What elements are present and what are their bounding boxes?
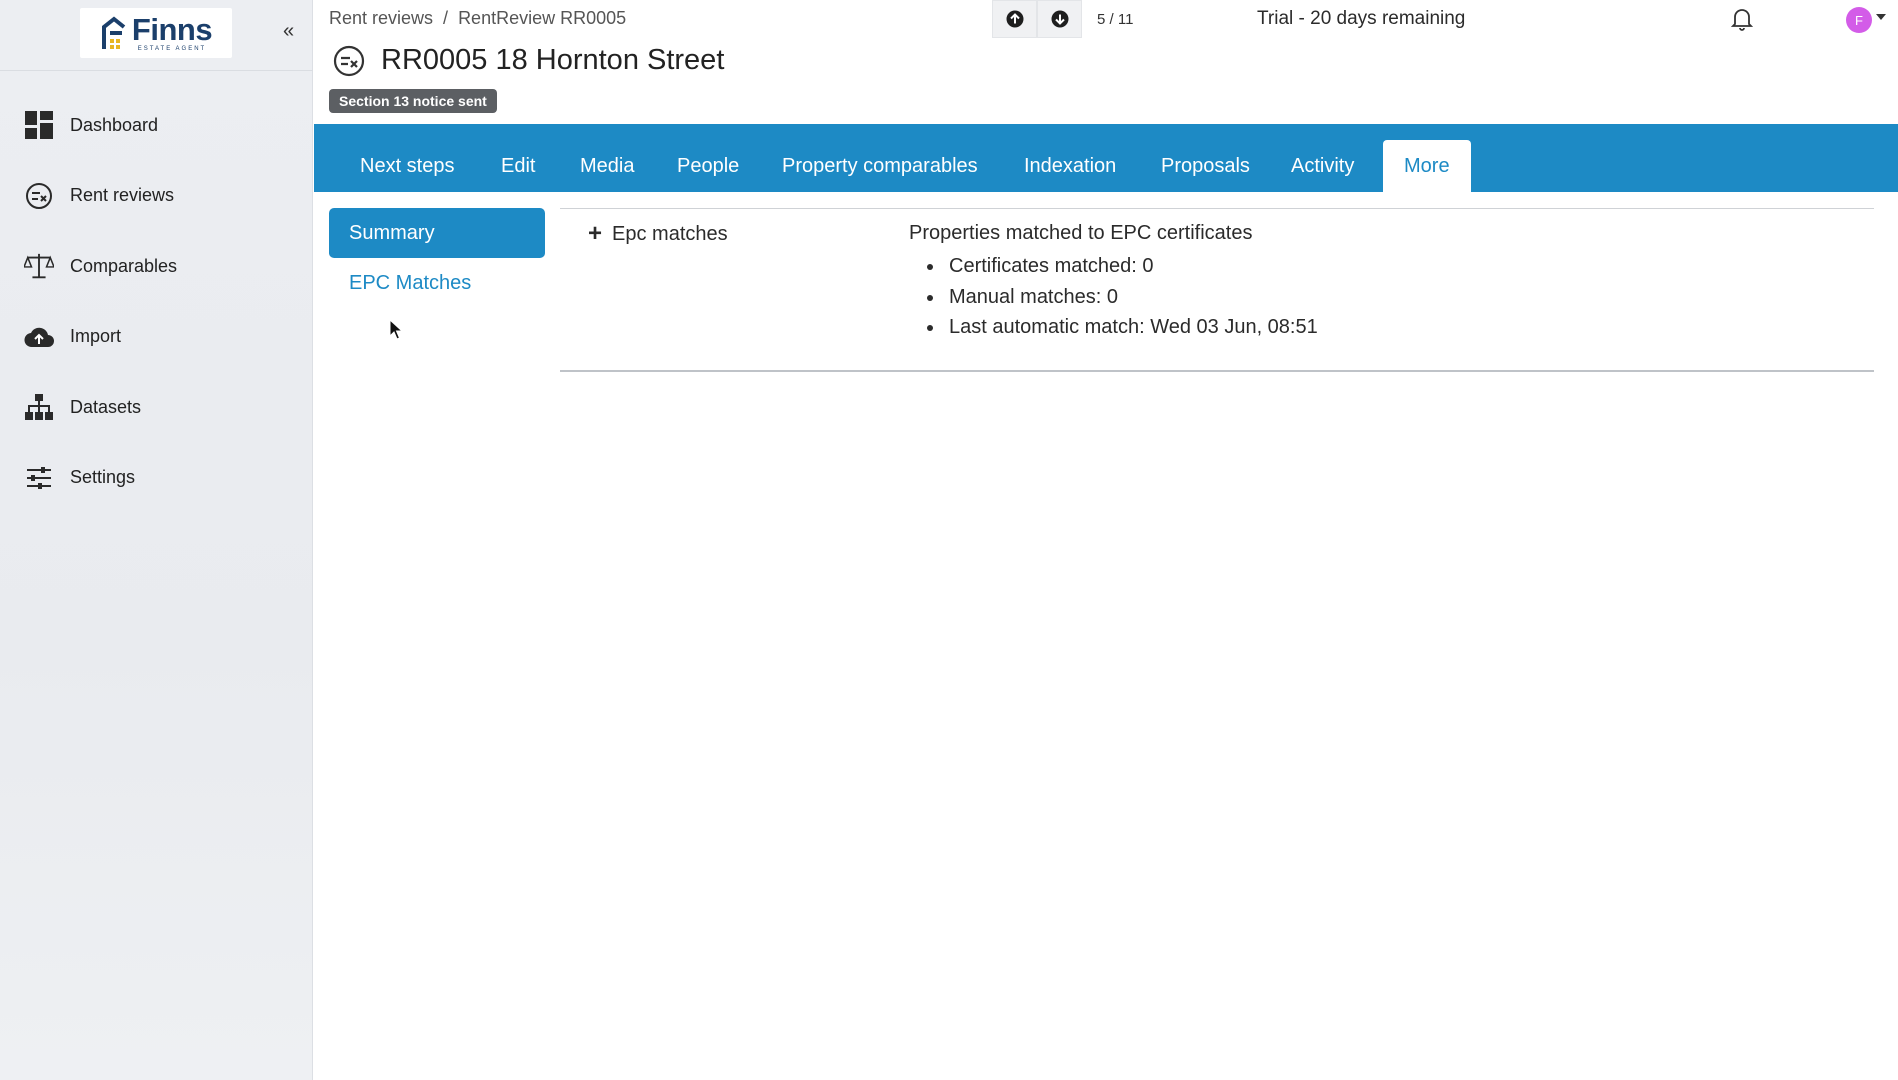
divider bbox=[560, 208, 1874, 209]
previous-record-button[interactable] bbox=[992, 0, 1037, 38]
tab-edit[interactable]: Edit bbox=[501, 140, 535, 192]
epc-matches-label: Epc matches bbox=[612, 222, 728, 245]
sidebar-item-datasets[interactable]: Datasets bbox=[0, 372, 313, 443]
tab-media[interactable]: Media bbox=[580, 140, 634, 192]
page-title: RR0005 18 Hornton Street bbox=[381, 44, 725, 76]
sidebar-item-settings[interactable]: Settings bbox=[0, 443, 313, 514]
tab-activity[interactable]: Activity bbox=[1291, 140, 1354, 192]
pager-count: 5 / 11 bbox=[1097, 10, 1134, 28]
sidebar: Finns ESTATE AGENT « Dashboard Rent revi… bbox=[0, 0, 313, 1080]
sidebar-nav: Dashboard Rent reviews Comparables Impor… bbox=[0, 90, 313, 513]
breadcrumb: Rent reviews / RentReview RR0005 bbox=[329, 8, 626, 29]
logo-text: Finns bbox=[131, 12, 213, 47]
cloud-upload-icon bbox=[24, 322, 54, 352]
divider bbox=[0, 70, 313, 71]
sidebar-item-label: Settings bbox=[70, 467, 136, 488]
next-record-button[interactable] bbox=[1037, 0, 1082, 38]
page-title-row: RR0005 18 Hornton Street bbox=[333, 44, 724, 77]
sidebar-item-label: Datasets bbox=[70, 396, 142, 417]
arrow-up-circle-icon bbox=[1006, 10, 1023, 28]
rent-review-icon bbox=[24, 181, 54, 211]
hierarchy-icon bbox=[24, 392, 54, 422]
scales-icon bbox=[24, 251, 54, 281]
rent-review-icon bbox=[333, 45, 365, 76]
collapse-sidebar-button[interactable]: « bbox=[283, 21, 294, 41]
bell-icon bbox=[1730, 9, 1754, 31]
trial-banner: Trial - 20 days remaining bbox=[1257, 8, 1466, 29]
record-pager: 5 / 11 bbox=[992, 0, 1133, 38]
breadcrumb-link-rent-reviews[interactable]: Rent reviews bbox=[329, 8, 433, 29]
logo-subtext: ESTATE AGENT bbox=[137, 46, 207, 52]
sidebar-item-label: Comparables bbox=[70, 255, 178, 276]
sidebar-item-dashboard[interactable]: Dashboard bbox=[0, 90, 313, 161]
notifications-button[interactable] bbox=[1730, 7, 1754, 36]
epc-summary: Properties matched to EPC certificates C… bbox=[909, 222, 1318, 343]
tab-next-steps[interactable]: Next steps bbox=[360, 140, 454, 192]
mouse-cursor-icon bbox=[389, 319, 403, 340]
tab-property-comparables[interactable]: Property comparables bbox=[782, 140, 978, 192]
sidebar-item-import[interactable]: Import bbox=[0, 302, 313, 373]
logo-mark-icon bbox=[101, 16, 126, 49]
sidebar-item-label: Dashboard bbox=[70, 114, 159, 135]
status-badge: Section 13 notice sent bbox=[329, 89, 497, 113]
subnav-epc-matches[interactable]: EPC Matches bbox=[349, 272, 471, 295]
sliders-icon bbox=[24, 463, 54, 493]
subnav-summary[interactable]: Summary bbox=[329, 208, 545, 258]
arrow-down-circle-icon bbox=[1051, 10, 1068, 28]
dashboard-icon bbox=[24, 110, 54, 140]
sidebar-item-comparables[interactable]: Comparables bbox=[0, 231, 313, 302]
list-item: Last automatic match: Wed 03 Jun, 08:51 bbox=[909, 312, 1318, 343]
plus-icon: + bbox=[588, 220, 603, 247]
epc-stats-list: Certificates matched: 0 Manual matches: … bbox=[909, 251, 1318, 343]
avatar[interactable]: F bbox=[1846, 7, 1872, 33]
epc-matches-toggle[interactable]: + Epc matches bbox=[588, 222, 728, 246]
tab-indexation[interactable]: Indexation bbox=[1024, 140, 1116, 192]
sidebar-item-rent-reviews[interactable]: Rent reviews bbox=[0, 161, 313, 232]
breadcrumb-current: RentReview RR0005 bbox=[458, 8, 627, 28]
sidebar-item-label: Rent reviews bbox=[70, 185, 175, 206]
list-item: Manual matches: 0 bbox=[909, 282, 1318, 313]
epc-heading: Properties matched to EPC certificates bbox=[909, 222, 1253, 244]
tab-proposals[interactable]: Proposals bbox=[1161, 140, 1250, 192]
chevron-down-icon[interactable] bbox=[1876, 14, 1886, 20]
breadcrumb-separator: / bbox=[443, 8, 449, 28]
sidebar-item-label: Import bbox=[70, 326, 122, 347]
record-tabs: Next steps Edit Media People Property co… bbox=[314, 124, 1898, 192]
tab-people[interactable]: People bbox=[677, 140, 739, 192]
divider bbox=[560, 370, 1874, 372]
finns-logo[interactable]: Finns ESTATE AGENT bbox=[80, 8, 232, 58]
list-item: Certificates matched: 0 bbox=[909, 251, 1318, 282]
tab-more[interactable]: More bbox=[1383, 140, 1471, 192]
